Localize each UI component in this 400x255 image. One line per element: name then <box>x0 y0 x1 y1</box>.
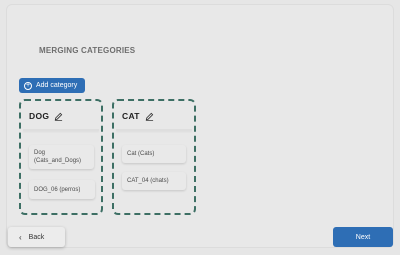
list-item[interactable]: Cat (Cats) <box>122 145 186 163</box>
main-panel: MERGING CATEGORIES + Add category DOG Do… <box>6 4 394 248</box>
category-name: CAT <box>122 111 140 121</box>
plus-circle-icon: + <box>24 81 32 90</box>
add-category-label: Add category <box>36 82 78 89</box>
category-header: CAT <box>122 111 154 121</box>
pencil-icon[interactable] <box>145 112 154 121</box>
category-card-cat[interactable]: CAT Cat (Cats) CAT_04 (chats) <box>112 99 196 215</box>
list-item[interactable]: CAT_04 (chats) <box>122 172 186 190</box>
item-label: Cat (Cats) <box>127 151 155 157</box>
item-label: Dog (Cats_and_Dogs) <box>34 150 82 164</box>
add-category-button[interactable]: + Add category <box>19 78 85 93</box>
category-header: DOG <box>29 111 63 121</box>
page-title: MERGING CATEGORIES <box>39 46 136 55</box>
back-label: Back <box>28 233 45 241</box>
category-name: DOG <box>29 111 50 121</box>
back-button[interactable]: ‹ Back <box>8 227 65 247</box>
category-divider <box>116 129 192 131</box>
category-divider <box>23 129 99 131</box>
next-label: Next <box>355 233 371 241</box>
pencil-icon[interactable] <box>54 112 63 121</box>
next-button[interactable]: Next <box>333 227 393 247</box>
list-item[interactable]: DOG_06 (perros) <box>29 180 95 199</box>
item-label: DOG_06 (perros) <box>34 186 81 193</box>
item-label: CAT_04 (chats) <box>127 178 169 184</box>
category-card-dog[interactable]: DOG Dog (Cats_and_Dogs) DOG_06 (perros) <box>19 99 103 215</box>
list-item[interactable]: Dog (Cats_and_Dogs) <box>29 145 94 169</box>
chevron-left-icon: ‹ <box>19 232 22 242</box>
